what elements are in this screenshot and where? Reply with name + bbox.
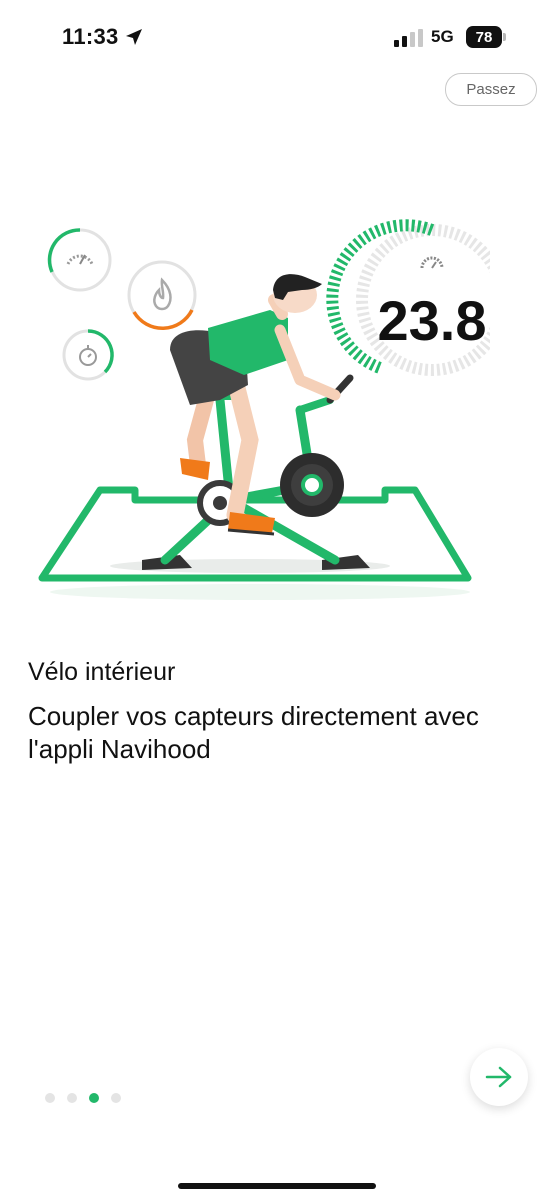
battery-cap (503, 33, 506, 41)
location-arrow-icon (126, 29, 142, 45)
speed-value: 23.8 (378, 289, 487, 352)
signal-bars-icon (394, 29, 423, 47)
status-bar: 11:33 5G 78 (0, 0, 554, 76)
floor-mat (38, 486, 472, 600)
skip-button[interactable]: Passez (445, 73, 537, 106)
battery-icon: 78 (466, 26, 508, 48)
next-button[interactable] (470, 1048, 528, 1106)
page-dot-active[interactable] (89, 1093, 99, 1103)
onboarding-description: Coupler vos capteurs directement avec l'… (28, 701, 479, 764)
onboarding-title: Vélo intérieur (28, 658, 176, 686)
speed-gauge: 23.8 (326, 219, 490, 376)
network-type: 5G (431, 27, 454, 46)
page-indicator (45, 1093, 121, 1103)
flame-icon (127, 260, 197, 331)
page-dot[interactable] (45, 1093, 55, 1103)
battery-level: 78 (466, 26, 502, 48)
indoor-bike-illustration: 23.8 (38, 219, 490, 600)
home-indicator[interactable] (178, 1183, 376, 1189)
page-dot[interactable] (67, 1093, 77, 1103)
page-dot[interactable] (111, 1093, 121, 1103)
status-time: 11:33 (62, 24, 119, 49)
speedometer-icon (47, 228, 112, 292)
stopwatch-icon (62, 329, 114, 381)
arrow-right-icon (485, 1066, 512, 1088)
